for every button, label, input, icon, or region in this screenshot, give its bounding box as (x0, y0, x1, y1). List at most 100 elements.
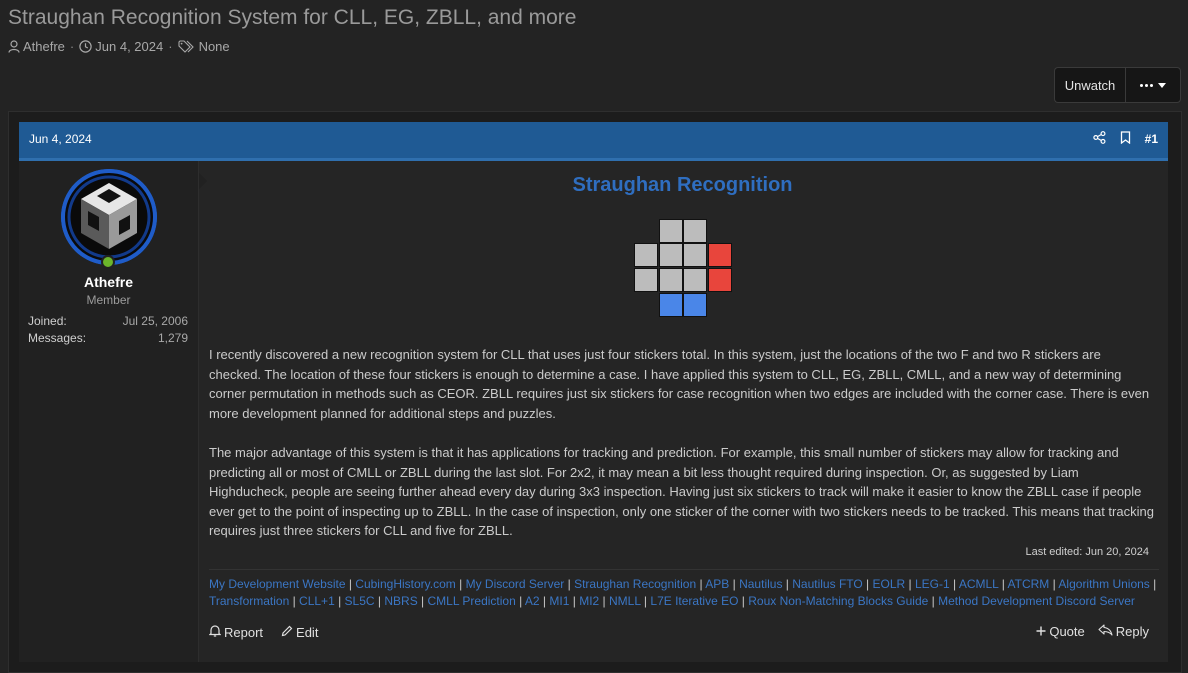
signature-link[interactable]: Straughan Recognition (574, 577, 696, 591)
signature-link[interactable]: CLL+1 (299, 594, 335, 608)
signature-link[interactable]: Algorithm Unions (1058, 577, 1149, 591)
post-paragraph: The major advantage of this system is th… (209, 445, 1154, 538)
signature-link[interactable]: SL5C (345, 594, 375, 608)
post-number[interactable]: #1 (1145, 132, 1158, 146)
signature-link[interactable]: Transformation (209, 594, 289, 608)
post-header: Jun 4, 2024 #1 (19, 122, 1168, 161)
quote-button[interactable]: Quote (1036, 624, 1085, 639)
signature-link[interactable]: APB (705, 577, 729, 591)
bookmark-icon[interactable] (1120, 131, 1131, 147)
signature-link[interactable]: ATCRM (1008, 577, 1050, 591)
sticker-blue (659, 293, 683, 317)
signature-link[interactable]: NBRS (384, 594, 417, 608)
post-date[interactable]: Jun 4, 2024 (29, 132, 92, 146)
signature-link[interactable]: L7E Iterative EO (650, 594, 738, 608)
sticker-gray (659, 219, 683, 243)
signature-link[interactable]: EOLR (873, 577, 906, 591)
thread-author[interactable]: Athefre (23, 39, 65, 54)
report-label: Report (224, 624, 264, 640)
signature-divider (209, 569, 1159, 570)
messages-label: Messages: (28, 331, 87, 345)
signature-link[interactable]: LEG-1 (915, 577, 950, 591)
post-actions-left: Report Edit (208, 624, 318, 640)
share-icon[interactable] (1092, 131, 1106, 147)
messages-value[interactable]: 1,279 (158, 331, 188, 345)
signature-link[interactable]: A2 (525, 594, 540, 608)
pencil-icon (281, 625, 293, 640)
sticker-gray (683, 219, 707, 243)
sticker-gray (659, 268, 683, 292)
post-paragraph: I recently discovered a new recognition … (209, 347, 1150, 421)
signature: My Development Website | CubingHistory.c… (209, 576, 1159, 610)
signature-separator: | (334, 594, 345, 608)
signature-link[interactable]: Method Development Discord Server (938, 594, 1135, 608)
signature-link[interactable]: Roux Non-Matching Blocks Guide (748, 594, 928, 608)
signature-link[interactable]: CubingHistory.com (355, 577, 455, 591)
reply-button[interactable]: Reply (1098, 624, 1149, 639)
avatar[interactable] (61, 169, 157, 265)
username[interactable]: Athefre (19, 274, 198, 290)
signature-link[interactable]: Nautilus (739, 577, 782, 591)
signature-separator: | (729, 577, 740, 591)
edit-button[interactable]: Edit (281, 624, 318, 640)
watch-button-group: Unwatch (1054, 67, 1181, 103)
more-options-button[interactable] (1125, 67, 1181, 103)
signature-link[interactable]: MI2 (579, 594, 599, 608)
ellipsis-icon (1140, 83, 1153, 87)
post-message: Jun 4, 2024 #1 Athefre Member Joined: Ju… (19, 122, 1168, 662)
thread-date[interactable]: Jun 4, 2024 (95, 39, 163, 54)
sticker-red (708, 243, 732, 267)
signature-separator: | (417, 594, 428, 608)
post-header-actions: #1 (1092, 131, 1158, 147)
signature-separator: | (599, 594, 610, 608)
signature-separator: | (345, 577, 356, 591)
joined-value: Jul 25, 2006 (122, 314, 188, 328)
user-title: Member (86, 293, 131, 307)
signature-link[interactable]: MI1 (549, 594, 569, 608)
reply-label: Reply (1115, 624, 1149, 639)
signature-link[interactable]: Nautilus FTO (792, 577, 862, 591)
signature-separator: | (569, 594, 580, 608)
signature-separator: | (928, 594, 939, 608)
post-content: Straughan Recognition I recently discove… (208, 161, 1159, 662)
signature-link[interactable]: ACMLL (959, 577, 999, 591)
messages-row: Messages: 1,279 (28, 331, 188, 345)
sticker-gray (683, 268, 707, 292)
sticker-gray (683, 243, 707, 267)
signature-separator: | (696, 577, 706, 591)
bell-icon (208, 624, 222, 640)
signature-separator: | (782, 577, 793, 591)
unwatch-button[interactable]: Unwatch (1054, 67, 1125, 103)
signature-separator: | (862, 577, 873, 591)
thread-title: Straughan Recognition System for CLL, EG… (8, 6, 577, 29)
joined-row: Joined: Jul 25, 2006 (28, 314, 188, 328)
clock-icon (79, 40, 92, 53)
joined-label: Joined: (28, 314, 67, 328)
plus-icon (1036, 624, 1046, 639)
signature-separator: | (998, 577, 1008, 591)
post-actions-right: Quote Reply (1036, 624, 1149, 639)
sticker-red (708, 268, 732, 292)
sticker-gray (634, 243, 658, 267)
post-heading: Straughan Recognition (572, 174, 793, 196)
thread-meta: Athefre · Jun 4, 2024 · None (8, 39, 230, 54)
signature-separator: | (640, 594, 651, 608)
tags-icon (178, 40, 196, 53)
report-button[interactable]: Report (208, 624, 264, 640)
signature-link[interactable]: NMLL (609, 594, 641, 608)
online-status-icon (101, 255, 115, 269)
quote-label: Quote (1049, 624, 1085, 639)
meta-separator: · (69, 39, 75, 54)
signature-separator: | (455, 577, 466, 591)
signature-separator: | (905, 577, 915, 591)
signature-link[interactable]: My Development Website (209, 577, 346, 591)
signature-link[interactable]: My Discord Server (466, 577, 565, 591)
user-sidebar: Athefre Member Joined: Jul 25, 2006 Mess… (19, 161, 207, 662)
meta-separator: · (168, 39, 173, 54)
signature-separator: | (949, 577, 959, 591)
thread-tags: None (198, 39, 230, 54)
signature-separator: | (564, 577, 575, 591)
signature-separator: | (738, 594, 749, 608)
signature-link[interactable]: CMLL Prediction (428, 594, 516, 608)
reply-icon (1098, 624, 1113, 639)
